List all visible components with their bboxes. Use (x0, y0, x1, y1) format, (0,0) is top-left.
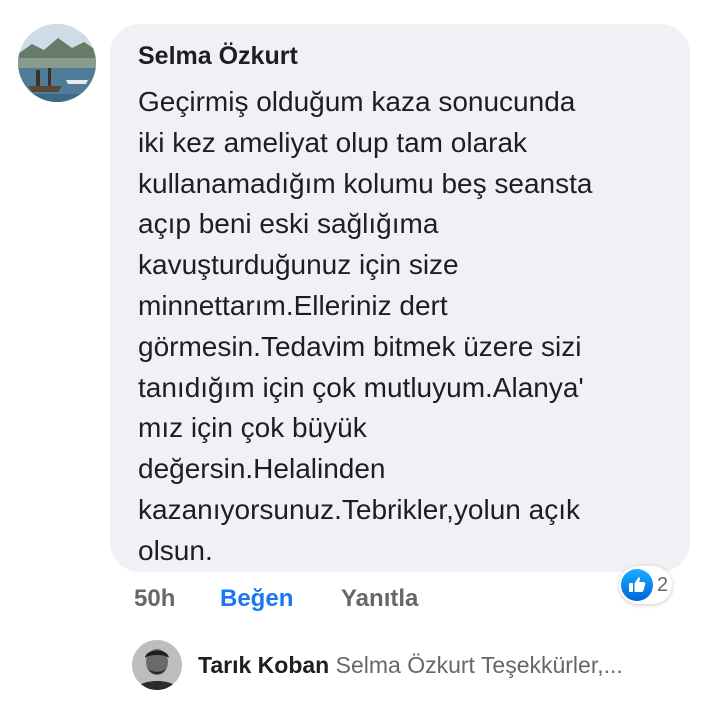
like-button[interactable]: Beğen (220, 585, 293, 613)
reply-snippet: Selma Özkurt Teşekkürler,... (335, 652, 623, 678)
reaction-count: 2 (657, 573, 669, 596)
reply-author[interactable]: Tarık Koban (198, 652, 329, 678)
comment-timestamp[interactable]: 50h (134, 585, 175, 613)
like-thumb-icon (621, 569, 653, 601)
comment-thread: Selma Özkurt Geçirmiş olduğum kaza sonuc… (0, 0, 716, 701)
avatar[interactable] (18, 24, 96, 102)
avatar-harbor-photo (18, 24, 96, 102)
comment-bubble: Selma Özkurt Geçirmiş olduğum kaza sonuc… (110, 24, 690, 572)
comment-text: Geçirmiş olduğum kaza sonucunda iki kez … (138, 86, 593, 566)
reply-summary[interactable]: Tarık Koban Selma Özkurt Teşekkürler,... (198, 652, 688, 679)
avatar-portrait-photo (132, 640, 182, 690)
reply-avatar[interactable] (132, 640, 182, 690)
reply-button[interactable]: Yanıtla (341, 585, 418, 613)
reply-preview[interactable]: Tarık Koban Selma Özkurt Teşekkürler,... (130, 640, 690, 690)
reaction-summary[interactable]: 2 (619, 566, 673, 604)
comment-author[interactable]: Selma Özkurt (138, 42, 298, 71)
